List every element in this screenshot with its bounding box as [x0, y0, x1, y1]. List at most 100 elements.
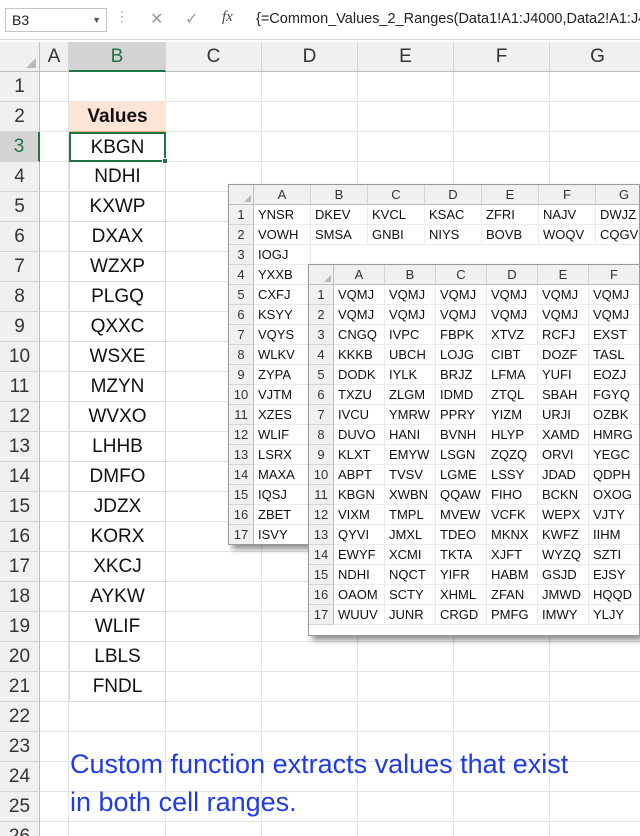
column-header-e[interactable]: E — [358, 42, 454, 72]
sheet-cell: VJTY — [589, 505, 639, 525]
sheet-cell: SBAH — [538, 385, 589, 405]
value-cell[interactable]: KBGN — [69, 132, 166, 162]
sheet-cell: KLXT — [334, 445, 385, 465]
value-cell[interactable]: AYKW — [69, 582, 166, 612]
row-header-9[interactable]: 9 — [0, 312, 40, 342]
value-cell[interactable]: LBLS — [69, 642, 166, 672]
sheet-cell: TXZU — [334, 385, 385, 405]
column-header-d[interactable]: D — [262, 42, 358, 72]
insert-function-icon[interactable]: fx — [222, 9, 233, 26]
sheet-row-header: 2 — [309, 305, 334, 325]
sheet-cell: LSGN — [436, 445, 487, 465]
row-header-15[interactable]: 15 — [0, 492, 40, 522]
sheet-cell: OXOG — [589, 485, 639, 505]
name-box[interactable]: B3 ▼ — [5, 8, 107, 32]
sheet-cell: NIYS — [425, 225, 482, 245]
value-cell[interactable]: DMFO — [69, 462, 166, 492]
value-cell[interactable]: DXAX — [69, 222, 166, 252]
row-header-22[interactable]: 22 — [0, 702, 40, 732]
row-header-26[interactable]: 26 — [0, 822, 40, 836]
drag-handle-icon[interactable]: ⋮ — [115, 8, 130, 25]
sheet-row-header: 13 — [309, 525, 334, 545]
sheet-cell: YEGC — [589, 445, 639, 465]
sheet-cell: EJSY — [589, 565, 639, 585]
row-header-16[interactable]: 16 — [0, 522, 40, 552]
sheet-row-header: 14 — [309, 545, 334, 565]
row-header-13[interactable]: 13 — [0, 432, 40, 462]
value-cell[interactable]: NDHI — [69, 162, 166, 192]
row-header-10[interactable]: 10 — [0, 342, 40, 372]
row-header-25[interactable]: 25 — [0, 792, 40, 822]
value-cell[interactable]: PLGQ — [69, 282, 166, 312]
row-header-23[interactable]: 23 — [0, 732, 40, 762]
sheet-cell: TKTA — [436, 545, 487, 565]
sheet-row-header: 11 — [309, 485, 334, 505]
column-header-g[interactable]: G — [550, 42, 640, 72]
sheet-cell: HABM — [487, 565, 538, 585]
row-header-3[interactable]: 3 — [0, 132, 40, 162]
sheet-cell: ZFRI — [482, 205, 539, 225]
value-cell[interactable]: MZYN — [69, 372, 166, 402]
spreadsheet-window: B3 ▼ ⋮ ✕ ✓ fx {=Common_Values_2_Ranges(D… — [0, 0, 640, 836]
sheet-cell: PMFG — [487, 605, 538, 625]
formula-input[interactable]: {=Common_Values_2_Ranges(Data1!A1:J4000,… — [250, 8, 640, 32]
row-header-7[interactable]: 7 — [0, 252, 40, 282]
sheet-row-header: 2 — [229, 225, 254, 245]
sheet-cell: KBGN — [334, 485, 385, 505]
row-header-14[interactable]: 14 — [0, 462, 40, 492]
column-header-b[interactable]: B — [69, 42, 166, 72]
column-header-c[interactable]: C — [166, 42, 262, 72]
cancel-icon[interactable]: ✕ — [150, 9, 163, 29]
row-header-4[interactable]: 4 — [0, 162, 40, 192]
row-header-6[interactable]: 6 — [0, 222, 40, 252]
value-cell[interactable]: FNDL — [69, 672, 166, 702]
sheet-column-header: F — [539, 185, 596, 205]
sheet-cell: GNBI — [368, 225, 425, 245]
row-header-1[interactable]: 1 — [0, 72, 40, 102]
select-all-corner[interactable] — [0, 42, 40, 72]
sheet-cell: YLJY — [589, 605, 639, 625]
row-header-2[interactable]: 2 — [0, 102, 40, 132]
value-cell[interactable]: QXXC — [69, 312, 166, 342]
row-header-5[interactable]: 5 — [0, 192, 40, 222]
value-cell[interactable]: XKCJ — [69, 552, 166, 582]
sheet-cell: KSAC — [425, 205, 482, 225]
row-header-21[interactable]: 21 — [0, 672, 40, 702]
sheet-cell: ORVI — [538, 445, 589, 465]
column-header-f[interactable]: F — [454, 42, 550, 72]
row-header-12[interactable]: 12 — [0, 402, 40, 432]
sheet-column-header: B — [311, 185, 368, 205]
value-cell[interactable]: KXWP — [69, 192, 166, 222]
chevron-down-icon[interactable]: ▼ — [92, 9, 101, 31]
sheet-cell: SMSA — [311, 225, 368, 245]
sheet-cell: IVCU — [334, 405, 385, 425]
sheet-cell: TVSV — [385, 465, 436, 485]
sheet-cell: VQMJ — [589, 285, 639, 305]
row-header-20[interactable]: 20 — [0, 642, 40, 672]
sheet-row-header: 6 — [229, 305, 254, 325]
row-header-19[interactable]: 19 — [0, 612, 40, 642]
sheet-cell: SZTI — [589, 545, 639, 565]
row-header-11[interactable]: 11 — [0, 372, 40, 402]
value-cell[interactable]: KORX — [69, 522, 166, 552]
value-cell[interactable]: LHHB — [69, 432, 166, 462]
row-header-24[interactable]: 24 — [0, 762, 40, 792]
sheet-cell: MVEW — [436, 505, 487, 525]
values-header[interactable]: Values — [69, 102, 166, 132]
sheet-cell: TASL — [589, 345, 639, 365]
sheet-cell: ZQZQ — [487, 445, 538, 465]
column-header-a[interactable]: A — [40, 42, 69, 72]
sheet-cell: VQMJ — [436, 285, 487, 305]
value-cell[interactable]: WVXO — [69, 402, 166, 432]
row-header-17[interactable]: 17 — [0, 552, 40, 582]
value-cell[interactable]: JDZX — [69, 492, 166, 522]
value-cell[interactable]: WLIF — [69, 612, 166, 642]
value-cell[interactable]: WSXE — [69, 342, 166, 372]
enter-icon[interactable]: ✓ — [185, 9, 198, 29]
sheet-cell: XAMD — [538, 425, 589, 445]
value-cell[interactable]: WZXP — [69, 252, 166, 282]
row-header-8[interactable]: 8 — [0, 282, 40, 312]
row-header-18[interactable]: 18 — [0, 582, 40, 612]
fill-handle[interactable] — [162, 158, 168, 164]
sheet-cell: MAXA — [254, 465, 311, 485]
